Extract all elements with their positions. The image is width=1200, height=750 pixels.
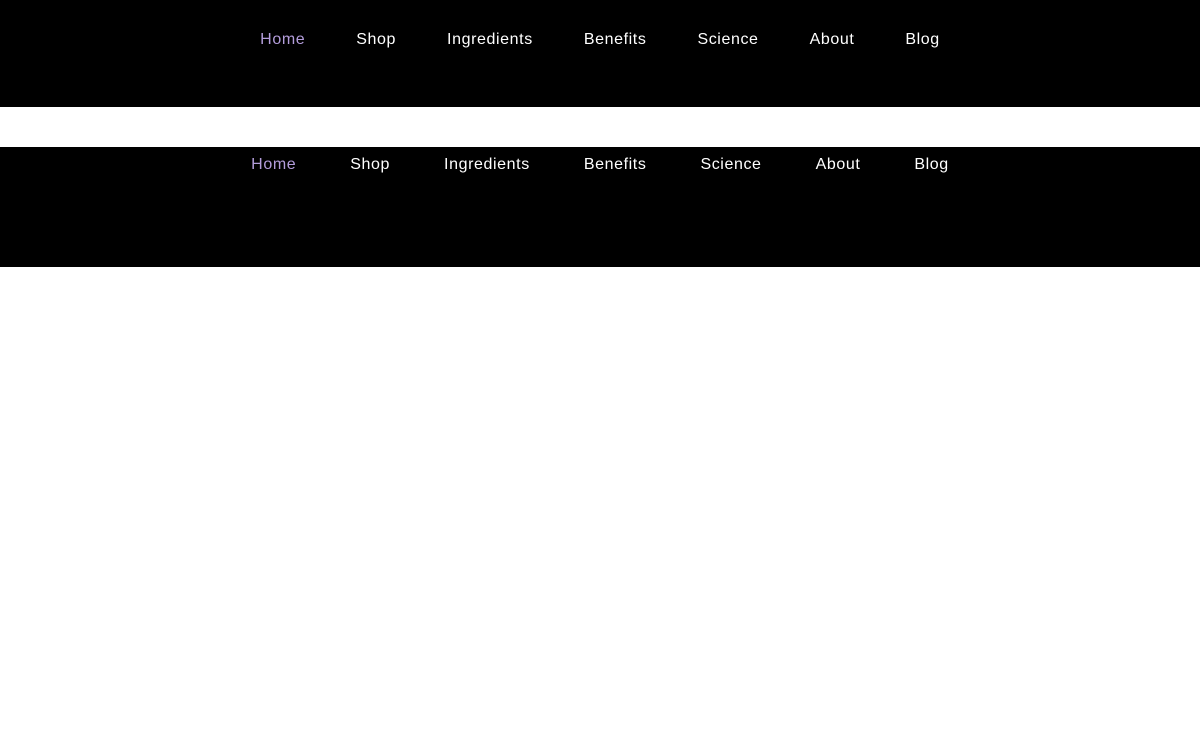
- secondary-navbar: Home Shop Ingredients Benefits Science A…: [0, 147, 1200, 267]
- primary-nav-item-science: Science: [697, 30, 758, 50]
- secondary-nav-link-about[interactable]: About: [816, 156, 861, 173]
- primary-nav-link-benefits[interactable]: Benefits: [584, 31, 647, 48]
- secondary-nav-item-shop: Shop: [350, 155, 390, 175]
- secondary-nav-item-blog: Blog: [914, 155, 948, 175]
- secondary-nav-link-ingredients[interactable]: Ingredients: [444, 156, 530, 173]
- secondary-nav-list: Home Shop Ingredients Benefits Science A…: [0, 155, 1200, 175]
- primary-nav-list: Home Shop Ingredients Benefits Science A…: [0, 30, 1200, 50]
- secondary-nav-link-science[interactable]: Science: [700, 156, 761, 173]
- secondary-nav-link-home[interactable]: Home: [251, 156, 296, 173]
- secondary-nav-item-science: Science: [700, 155, 761, 175]
- secondary-nav-item-about: About: [816, 155, 861, 175]
- primary-nav-item-about: About: [810, 30, 855, 50]
- primary-nav-link-science[interactable]: Science: [697, 31, 758, 48]
- secondary-nav-link-blog[interactable]: Blog: [914, 156, 948, 173]
- secondary-nav-item-home: Home: [251, 155, 296, 175]
- primary-nav-item-home: Home: [260, 30, 305, 50]
- secondary-nav-link-shop[interactable]: Shop: [350, 156, 390, 173]
- primary-nav-item-ingredients: Ingredients: [447, 30, 533, 50]
- primary-navbar: Home Shop Ingredients Benefits Science A…: [0, 0, 1200, 107]
- primary-nav-link-ingredients[interactable]: Ingredients: [447, 31, 533, 48]
- secondary-nav-item-benefits: Benefits: [584, 155, 647, 175]
- primary-nav-link-about[interactable]: About: [810, 31, 855, 48]
- primary-nav-link-blog[interactable]: Blog: [905, 31, 939, 48]
- primary-nav-item-shop: Shop: [356, 30, 396, 50]
- primary-nav-item-blog: Blog: [905, 30, 939, 50]
- primary-nav-item-benefits: Benefits: [584, 30, 647, 50]
- secondary-nav-link-benefits[interactable]: Benefits: [584, 156, 647, 173]
- secondary-nav-item-ingredients: Ingredients: [444, 155, 530, 175]
- primary-nav-link-home[interactable]: Home: [260, 31, 305, 48]
- primary-nav-link-shop[interactable]: Shop: [356, 31, 396, 48]
